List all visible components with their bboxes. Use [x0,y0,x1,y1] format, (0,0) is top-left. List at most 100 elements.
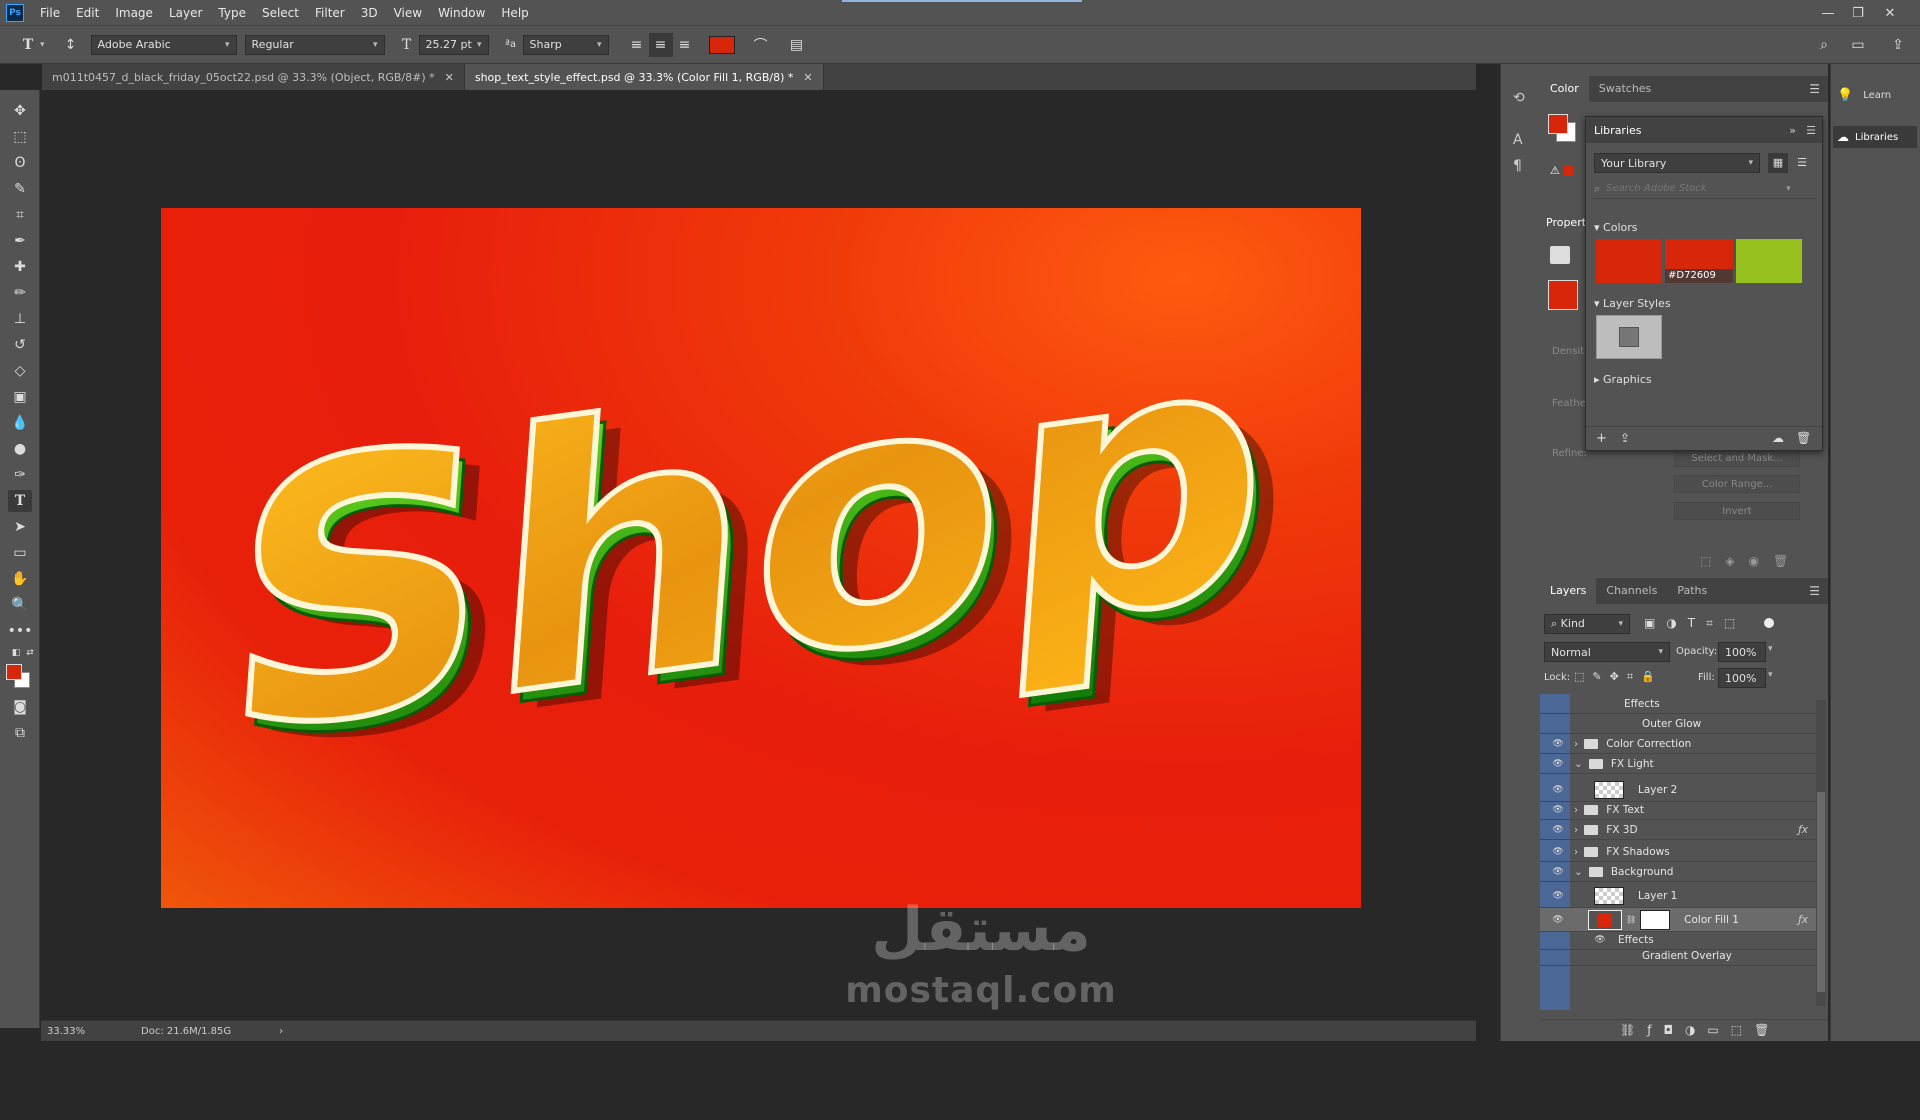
hand-tool-icon[interactable]: ✋ [8,568,32,590]
more-tools-icon[interactable]: ••• [8,620,33,642]
chevron-right-icon[interactable]: › [1574,738,1578,750]
layer-effects-icon[interactable]: ƒx [1798,824,1808,836]
healing-brush-tool-icon[interactable]: ✚ [8,256,32,278]
eye-icon[interactable]: 👁 [1592,935,1608,945]
layer-effects-icon[interactable]: ƒx [1798,914,1808,926]
panel-menu-icon[interactable]: ☰ [1809,82,1820,96]
color-range-button[interactable]: Color Range... [1674,475,1800,493]
menu-view[interactable]: View [386,0,430,26]
trash-icon[interactable]: 🗑 [1796,431,1811,445]
library-select[interactable]: Your Library ▾ [1594,153,1760,173]
layer-row-group[interactable]: 👁 › FX Shadows [1540,842,1816,862]
layer-row-effect[interactable]: Gradient Overlay [1540,946,1816,966]
properties-footer-icons[interactable]: ⬚◈◉🗑 [1700,554,1802,568]
layer-filter-icons[interactable]: ▣◑T⌗⬚ [1644,616,1746,631]
learn-button[interactable]: 💡 Learn [1837,84,1915,106]
font-size-select[interactable]: 25.27 pt ▾ [418,34,489,55]
clone-stamp-tool-icon[interactable]: ⊥ [8,308,32,330]
canvas-area[interactable]: Shop Shop Shop مستقل mostaql.com [41,90,1476,1026]
menu-select[interactable]: Select [254,0,307,26]
layer-row-group-open[interactable]: 👁 ⌄ FX Light [1540,754,1816,774]
eraser-tool-icon[interactable]: ◇ [8,360,32,382]
align-right-icon[interactable]: ≡ [673,33,697,57]
eye-icon[interactable]: 👁 [1550,867,1566,877]
filter-toggle-icon[interactable] [1764,618,1774,628]
layer-row-layer[interactable]: 👁 Layer 2 [1540,778,1816,802]
align-center-icon[interactable]: ≡ [648,32,673,57]
minimize-icon[interactable]: — [1814,0,1842,26]
layer-row-layer[interactable]: 👁 Layer 1 [1540,884,1816,908]
layer-row-group-open[interactable]: 👁 ⌄ Background [1540,862,1816,882]
text-color-swatch[interactable] [708,35,735,54]
menu-layer[interactable]: Layer [161,0,210,26]
eye-icon[interactable]: 👁 [1550,785,1566,795]
stock-search-input[interactable] [1606,183,1787,194]
layer-mask-thumbnail[interactable] [1640,909,1671,930]
panel-menu-icon[interactable]: ☰ [1806,124,1816,137]
libraries-button[interactable]: ☁ Libraries [1833,126,1917,148]
tab-paths[interactable]: Paths [1667,578,1717,604]
status-expand-icon[interactable]: › [279,1026,283,1037]
font-style-select[interactable]: Regular ▾ [244,34,385,55]
eye-icon[interactable]: 👁 [1550,825,1566,835]
close-tab-icon[interactable]: ✕ [803,71,812,84]
invert-button[interactable]: Invert [1674,502,1800,520]
gamut-swatch[interactable] [1564,166,1574,176]
workspace-icon[interactable]: ▭ [1846,33,1870,57]
quick-select-tool-icon[interactable]: ✎ [8,178,32,200]
pen-tool-icon[interactable]: ✑ [8,464,32,486]
gradient-tool-icon[interactable]: ▣ [8,386,32,408]
brush-tool-icon[interactable]: ✏ [8,282,32,304]
library-color-swatch-selected[interactable]: #D72609 [1665,239,1733,283]
warp-text-icon[interactable]: ⌒ [749,33,773,57]
menu-type[interactable]: Type [210,0,254,26]
tab-channels[interactable]: Channels [1596,578,1667,604]
search-icon[interactable]: ⌕ [1812,33,1836,57]
panel-menu-icon[interactable]: ☰ [1809,584,1820,598]
eye-icon[interactable]: 👁 [1550,847,1566,857]
link-icon[interactable]: ⛓ [1626,915,1636,924]
type-tool-icon[interactable]: T [8,490,32,512]
artwork-canvas[interactable]: Shop Shop Shop [161,208,1361,908]
grid-view-icon[interactable]: ▦ [1768,153,1788,173]
add-content-icon[interactable]: + [1596,431,1607,446]
toggle-text-orientation-icon[interactable]: ↕ [59,33,83,57]
close-window-icon[interactable]: ✕ [1876,0,1904,26]
color-panel-foreground[interactable] [1548,114,1568,134]
eye-icon[interactable]: 👁 [1550,891,1566,901]
menu-edit[interactable]: Edit [68,0,107,26]
layer-styles-section[interactable]: ▾ Layer Styles [1594,297,1671,310]
layer-style-thumbnail[interactable] [1596,315,1662,359]
colors-section[interactable]: ▾ Colors [1594,221,1637,234]
menu-3d[interactable]: 3D [353,0,386,26]
tab-black-friday[interactable]: m011t0457_d_black_friday_05oct22.psd @ 3… [42,64,465,90]
fill-layer-thumbnail[interactable] [1588,909,1622,930]
upload-icon[interactable]: ⇪ [1620,431,1630,445]
layer-row-effect[interactable]: Outer Glow [1540,714,1816,734]
stock-search[interactable]: ⌕ ▾ [1594,179,1816,199]
tool-preset-chevron-icon[interactable]: ▾ [40,40,45,50]
fill-input[interactable]: 100% [1718,668,1766,688]
graphics-section[interactable]: ▸ Graphics [1594,373,1652,386]
history-brush-tool-icon[interactable]: ↺ [8,334,32,356]
menu-window[interactable]: Window [430,0,493,26]
tab-layers[interactable]: Layers [1540,578,1597,604]
blur-tool-icon[interactable]: 💧 [8,412,32,434]
chevron-right-icon[interactable]: › [1574,846,1578,858]
library-color-swatch[interactable] [1596,239,1662,283]
eye-icon[interactable]: 👁 [1550,739,1566,749]
menu-filter[interactable]: Filter [307,0,353,26]
close-tab-icon[interactable]: ✕ [445,71,454,84]
chevron-right-icon[interactable]: › [1574,804,1578,816]
library-color-swatch[interactable] [1736,239,1802,283]
path-selection-tool-icon[interactable]: ➤ [8,516,32,538]
layer-row-effects-header[interactable]: Effects [1540,694,1816,714]
chevron-right-icon[interactable]: › [1574,824,1578,836]
menu-image[interactable]: Image [107,0,161,26]
menu-file[interactable]: File [32,0,68,26]
layer-row-fill-layer[interactable]: 👁 ⛓ Color Fill 1 ƒx [1540,908,1816,932]
history-panel-icon[interactable]: ⟲ [1513,90,1525,106]
layers-footer-icons[interactable]: ⛓ƒ◘◑▭⬚🗑 [1620,1023,1781,1037]
layers-scrollbar[interactable] [1816,700,1826,1006]
lock-icons[interactable]: ⬚✎✥⌗🔒 [1574,670,1663,684]
